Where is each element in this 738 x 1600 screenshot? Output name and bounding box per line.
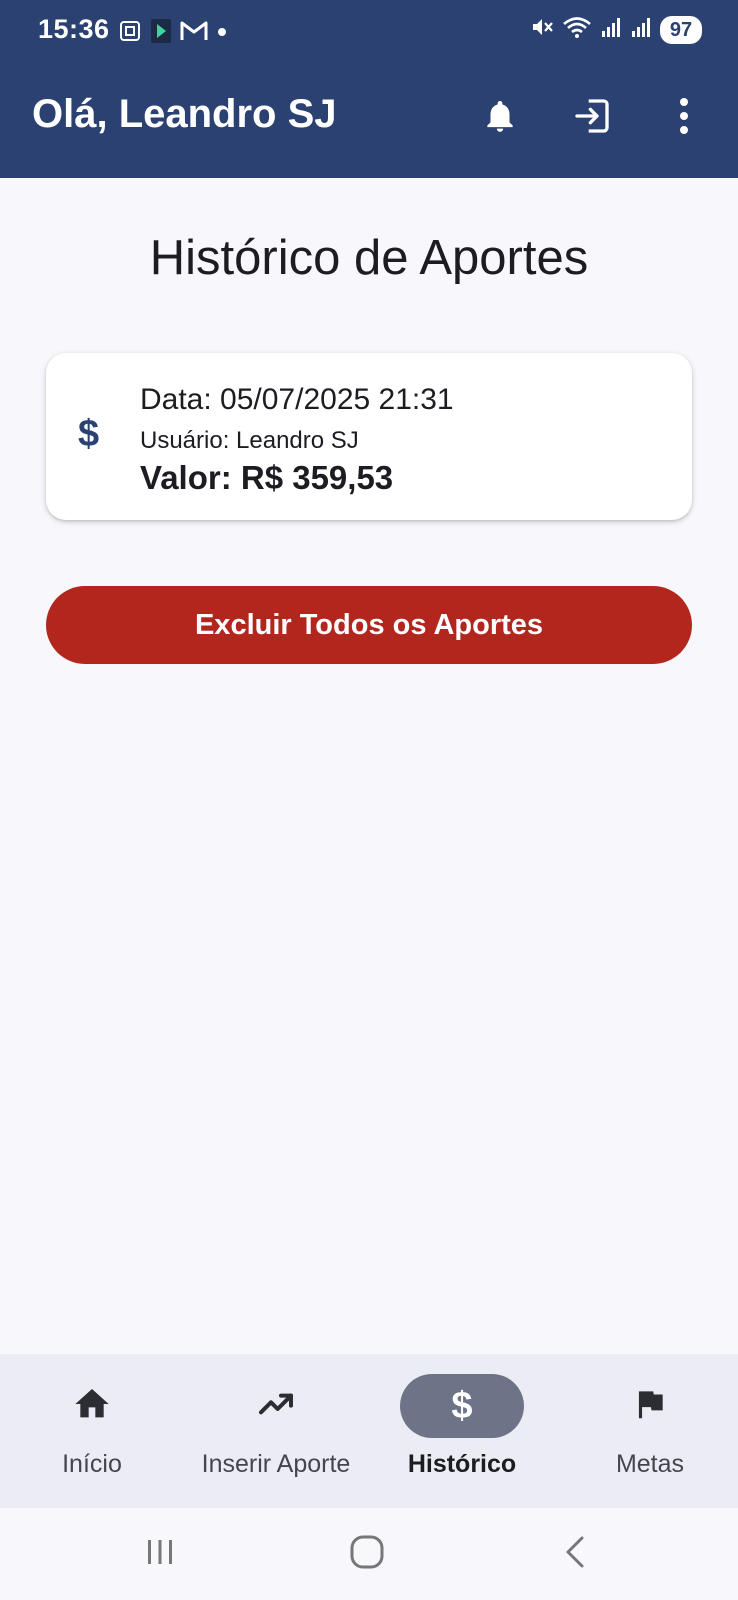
delete-all-button[interactable]: Excluir Todos os Aportes (46, 586, 692, 664)
status-time: 15:36 (38, 14, 110, 44)
screenshot-icon (118, 19, 142, 48)
recent-apps-button[interactable] (130, 1528, 190, 1580)
nav-label: Histórico (407, 1450, 517, 1478)
notifications-button[interactable] (472, 90, 528, 146)
signal-icon (600, 16, 622, 43)
home-button[interactable] (337, 1528, 397, 1580)
nav-indicator-active: $ (400, 1374, 524, 1438)
dollar-icon: $ (78, 413, 100, 455)
more-options-button[interactable] (656, 90, 712, 146)
nav-item-metas[interactable]: Metas (558, 1354, 738, 1508)
app-bar: Olá, Leandro SJ (0, 62, 738, 178)
nav-item-historico[interactable]: $ Histórico (370, 1354, 554, 1508)
gmail-icon (180, 20, 208, 47)
back-icon (562, 1535, 588, 1574)
aporte-user: Usuário: Leandro SJ (140, 427, 359, 454)
nav-indicator (30, 1374, 154, 1438)
logout-icon (572, 96, 612, 141)
system-navigation-bar (0, 1508, 738, 1600)
nav-item-inicio[interactable]: Início (0, 1354, 184, 1508)
mute-icon (530, 15, 554, 44)
app-notification-icon (150, 18, 172, 49)
home-icon (72, 1384, 112, 1429)
nav-label: Inserir Aporte (201, 1450, 351, 1478)
bell-icon (481, 96, 519, 141)
app-title: Olá, Leandro SJ (32, 92, 337, 136)
aporte-value: Valor: R$ 359,53 (140, 459, 394, 496)
dollar-icon: $ (451, 1384, 473, 1427)
recent-apps-icon (143, 1537, 177, 1572)
bottom-navigation: Início Inserir Aporte $ Histórico Metas (0, 1354, 738, 1508)
battery-indicator: 97 (660, 15, 702, 44)
trending-up-icon (255, 1384, 297, 1429)
flag-icon (631, 1384, 669, 1429)
more-vert-icon (678, 96, 690, 141)
back-button[interactable] (545, 1528, 605, 1580)
aporte-card[interactable]: $ Data: 05/07/2025 21:31 Usuário: Leandr… (46, 353, 692, 520)
page-title: Histórico de Aportes (149, 231, 589, 285)
signal-icon (630, 16, 652, 43)
wifi-icon (562, 15, 592, 44)
home-circle-icon (349, 1534, 385, 1575)
status-left-icons (118, 18, 228, 49)
status-right-icons: 97 (530, 15, 702, 44)
nav-indicator (214, 1374, 338, 1438)
aporte-date: Data: 05/07/2025 21:31 (140, 383, 454, 416)
nav-indicator (588, 1374, 712, 1438)
status-bar: 15:36 97 (0, 0, 738, 62)
nav-item-inserir-aporte[interactable]: Inserir Aporte (184, 1354, 368, 1508)
nav-label: Início (62, 1450, 122, 1478)
logout-button[interactable] (564, 90, 620, 146)
dot-icon (216, 25, 228, 43)
nav-label: Metas (615, 1450, 685, 1478)
